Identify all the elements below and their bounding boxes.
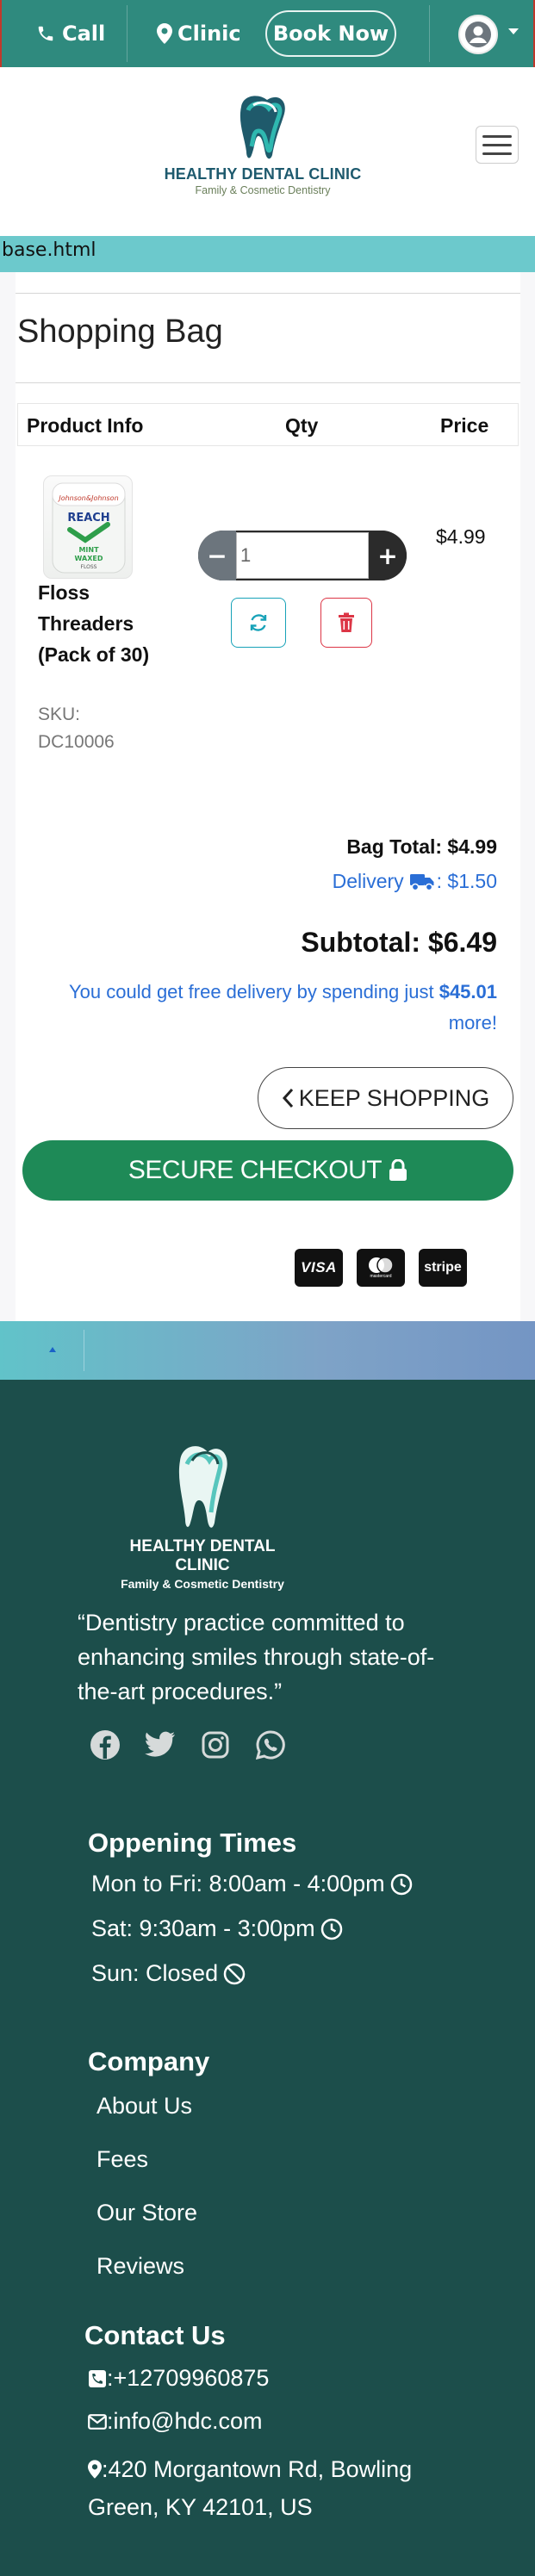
update-item-button[interactable]	[231, 598, 286, 648]
free-delivery-amount: $45.01	[439, 981, 497, 1002]
twitter-icon[interactable]	[145, 1729, 176, 1760]
chevron-left-icon	[282, 1088, 294, 1108]
caret-down-icon[interactable]	[508, 28, 519, 34]
site-header: HEALTHY DENTAL CLINIC Family & Cosmetic …	[0, 67, 535, 236]
call-label: Call	[62, 22, 106, 46]
svg-text:Johnson&Johnson: Johnson&Johnson	[57, 494, 118, 502]
footer-link-fees[interactable]: Fees	[96, 2146, 148, 2173]
cart-table-header: Product Info Qty Price	[17, 403, 519, 446]
free-delivery-note: You could get free delivery by spending …	[49, 977, 497, 1039]
phone-square-icon	[88, 2369, 107, 2388]
clinic-link[interactable]: Clinic	[157, 0, 241, 67]
divider	[127, 5, 128, 62]
divider	[16, 293, 520, 294]
product-image[interactable]: Johnson&Johnson REACH MINT WAXED FLOSS	[43, 475, 133, 579]
column-header-product: Product Info	[27, 414, 144, 437]
free-delivery-suffix: more!	[448, 1012, 497, 1034]
footer-logo-name: HEALTHY DENTAL CLINIC	[129, 1537, 276, 1574]
free-delivery-prefix: You could get free delivery by spending …	[69, 981, 434, 1002]
column-header-price: Price	[440, 414, 489, 437]
divider	[16, 382, 520, 383]
site-logo[interactable]: HEALTHY DENTAL CLINIC Family & Cosmetic …	[164, 91, 362, 196]
phone-icon	[36, 24, 55, 43]
qty-decrease-button[interactable]: −	[198, 531, 236, 580]
template-filename: base.html	[0, 236, 535, 272]
secure-checkout-button[interactable]: SECURE CHECKOUT	[22, 1140, 513, 1201]
site-footer: HEALTHY DENTAL CLINIC Family & Cosmetic …	[0, 1380, 535, 2576]
clinic-label: Clinic	[177, 22, 241, 46]
trash-icon	[337, 612, 356, 633]
footer-logo[interactable]: HEALTHY DENTAL CLINIC Family & Cosmetic …	[103, 1440, 302, 1591]
divider	[429, 5, 430, 62]
hours-weekdays: Mon to Fri: 8:00am - 4:00pm	[91, 1871, 413, 1897]
opening-times-heading: Oppening Times	[88, 1828, 297, 1858]
user-circle-icon	[464, 21, 492, 48]
column-header-qty: Qty	[285, 414, 319, 437]
footer-quote: “Dentistry practice committed to enhanci…	[78, 1610, 435, 1704]
truck-icon	[409, 872, 435, 891]
cart-section: Shopping Bag Product Info Qty Price John…	[0, 272, 535, 1321]
payment-methods: VISA mastercard stripe	[295, 1249, 467, 1287]
footer-link-store[interactable]: Our Store	[96, 2200, 197, 2226]
remove-item-button[interactable]	[320, 598, 372, 648]
book-now-button[interactable]: Book Now	[265, 10, 396, 57]
hours-saturday: Sat: 9:30am - 3:00pm	[91, 1915, 343, 1942]
lock-icon	[389, 1159, 407, 1182]
call-link[interactable]: Call	[36, 0, 105, 67]
back-to-top-button[interactable]	[21, 1330, 84, 1371]
contact-heading: Contact Us	[84, 2320, 226, 2350]
qty-increase-button[interactable]: +	[369, 531, 407, 580]
svg-text:MINT: MINT	[78, 546, 99, 554]
user-menu-button[interactable]	[458, 15, 498, 54]
logo-subtitle: Family & Cosmetic Dentistry	[195, 184, 331, 196]
arrow-up-icon	[47, 1345, 58, 1356]
delivery-label: Delivery	[332, 870, 404, 892]
footer-link-about[interactable]: About Us	[96, 2093, 192, 2120]
stripe-icon: stripe	[419, 1249, 467, 1287]
clock-icon	[390, 1873, 413, 1896]
svg-text:WAXED: WAXED	[75, 555, 103, 562]
bag-total: Bag Total: $4.99	[346, 835, 497, 858]
visa-icon: VISA	[295, 1249, 343, 1287]
company-heading: Company	[88, 2046, 210, 2076]
footer-link-reviews[interactable]: Reviews	[96, 2253, 184, 2280]
qty-input[interactable]: 1	[236, 532, 369, 579]
mastercard-icon: mastercard	[357, 1249, 405, 1287]
clock-icon	[320, 1918, 343, 1940]
product-name[interactable]: Floss Threaders (Pack of 30)	[38, 577, 159, 670]
page-title: Shopping Bag	[17, 313, 223, 350]
keep-shopping-button[interactable]: KEEP SHOPPING	[258, 1067, 513, 1129]
quantity-stepper: − 1 +	[198, 531, 407, 580]
keep-shopping-label: KEEP SHOPPING	[298, 1084, 490, 1111]
contact-email[interactable]: :info@hdc.com	[88, 2408, 262, 2435]
logo-name: HEALTHY DENTAL CLINIC	[164, 165, 362, 183]
refresh-icon	[248, 612, 269, 633]
top-bar: Call Clinic Book Now	[0, 0, 535, 67]
svg-text:FLOSS: FLOSS	[81, 564, 97, 570]
contact-address: :420 Morgantown Rd, Bowling Green, KY 42…	[88, 2451, 484, 2525]
subtotal: Subtotal: $6.49	[301, 927, 497, 958]
secure-checkout-label: SECURE CHECKOUT	[128, 1156, 383, 1184]
hamburger-icon[interactable]	[476, 126, 519, 164]
info-band	[0, 1321, 535, 1380]
whatsapp-icon[interactable]	[255, 1729, 286, 1760]
delivery-value: : $1.50	[436, 870, 497, 892]
ban-icon	[223, 1963, 246, 1985]
map-marker-icon	[157, 23, 172, 44]
tooth-logo-icon	[240, 96, 285, 159]
footer-logo-subtitle: Family & Cosmetic Dentistry	[121, 1577, 284, 1591]
envelope-icon	[88, 2413, 107, 2430]
product-sku: SKU: DC10006	[38, 705, 115, 752]
social-links	[90, 1729, 286, 1760]
facebook-icon[interactable]	[90, 1729, 121, 1760]
tooth-logo-icon	[178, 1446, 227, 1528]
map-marker-icon	[88, 2453, 102, 2489]
instagram-icon[interactable]	[200, 1729, 231, 1760]
contact-phone[interactable]: :+12709960875	[88, 2365, 269, 2392]
delivery-cost: Delivery : $1.50	[333, 870, 497, 893]
item-price: $4.99	[436, 525, 486, 548]
svg-text:REACH: REACH	[67, 512, 109, 525]
hours-sunday: Sun: Closed	[91, 1960, 246, 1987]
